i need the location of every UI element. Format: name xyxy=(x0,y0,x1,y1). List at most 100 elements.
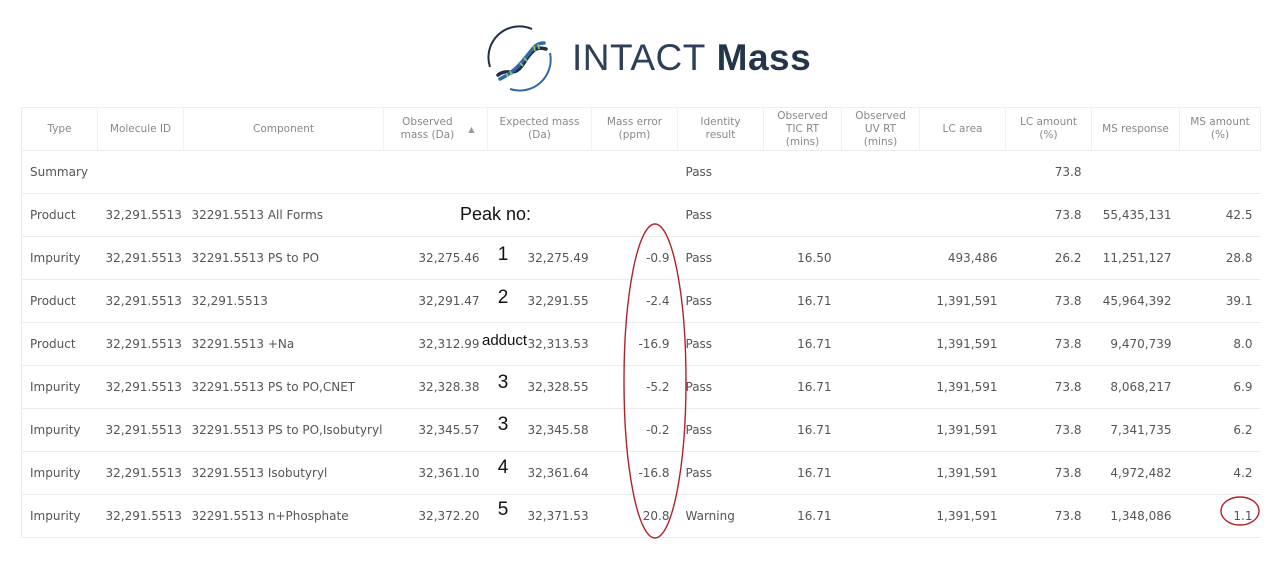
cell-mass-error xyxy=(591,150,678,194)
cell-type: Impurity xyxy=(21,236,98,280)
column-header-expected-mass[interactable]: Expected mass (Da) xyxy=(487,107,592,151)
cell-uv-rt xyxy=(841,365,920,409)
cell-uv-rt xyxy=(841,150,920,194)
cell-observed-mass: 32,345.57 xyxy=(383,408,488,452)
cell-uv-rt xyxy=(841,494,920,538)
column-header-observed-mass[interactable]: Observed mass (Da) ▲ xyxy=(383,107,488,151)
cell-lc-amount: 73.8 xyxy=(1005,322,1092,366)
cell-tic-rt: 16.71 xyxy=(763,365,842,409)
cell-lc-amount: 73.8 xyxy=(1005,150,1092,194)
cell-lc-area xyxy=(919,150,1006,194)
cell-identity-result: Pass xyxy=(677,150,764,194)
cell-tic-rt xyxy=(763,150,842,194)
cell-molecule-id xyxy=(97,150,184,194)
cell-mass-error: -16.8 xyxy=(591,451,678,495)
results-table: Type Molecule ID Component Observed mass… xyxy=(21,107,1261,538)
app-title-light: INTACT xyxy=(572,37,706,78)
table-row[interactable]: Impurity 32,291.5513 32291.5513 PS to PO,I… xyxy=(21,408,1261,452)
cell-tic-rt: 16.71 xyxy=(763,408,842,452)
cell-lc-amount: 73.8 xyxy=(1005,193,1092,237)
cell-lc-area: 1,391,591 xyxy=(919,494,1006,538)
cell-lc-area: 1,391,591 xyxy=(919,365,1006,409)
cell-lc-amount: 73.8 xyxy=(1005,494,1092,538)
column-header-ms-response[interactable]: MS response xyxy=(1091,107,1180,151)
column-header-tic-rt[interactable]: Observed TIC RT (mins) xyxy=(763,107,842,151)
cell-tic-rt xyxy=(763,193,842,237)
cell-mass-error: 20.8 xyxy=(591,494,678,538)
cell-tic-rt: 16.71 xyxy=(763,322,842,366)
adduct-label: adduct xyxy=(482,332,528,349)
cell-component: 32291.5513 +Na xyxy=(183,322,384,366)
cell-lc-area: 1,391,591 xyxy=(919,451,1006,495)
cell-ms-amount: 1.1 xyxy=(1179,494,1261,538)
peak-number-label: 3 xyxy=(497,371,509,393)
cell-component: 32291.5513 Isobutyryl xyxy=(183,451,384,495)
cell-type: Impurity xyxy=(21,494,98,538)
cell-molecule-id: 32,291.5513 xyxy=(97,322,184,366)
column-header-component[interactable]: Component xyxy=(183,107,384,151)
cell-lc-amount: 26.2 xyxy=(1005,236,1092,280)
table-row[interactable]: Impurity 32,291.5513 32291.5513 Isobutyryl… xyxy=(21,451,1261,495)
cell-molecule-id: 32,291.5513 xyxy=(97,408,184,452)
column-header-identity-result[interactable]: Identity result xyxy=(677,107,764,151)
cell-component: 32291.5513 PS to PO,Isobutyryl xyxy=(183,408,384,452)
cell-ms-response: 4,972,482 xyxy=(1091,451,1180,495)
cell-ms-response: 55,435,131 xyxy=(1091,193,1180,237)
peak-number-label: 2 xyxy=(497,286,509,308)
cell-tic-rt: 16.71 xyxy=(763,494,842,538)
cell-tic-rt: 16.50 xyxy=(763,236,842,280)
table-row[interactable]: Product 32,291.5513 32,291.5513 32,291.47 32… xyxy=(21,279,1261,323)
peak-number-label: 1 xyxy=(497,244,509,265)
column-header-type[interactable]: Type xyxy=(21,107,98,151)
table-row[interactable]: Impurity 32,291.5513 32291.5513 n+Phosphat… xyxy=(21,494,1261,538)
cell-identity-result: Warning xyxy=(677,494,764,538)
cell-uv-rt xyxy=(841,322,920,366)
table-row[interactable]: Impurity 32,291.5513 32291.5513 PS to PO 32… xyxy=(21,236,1261,280)
peak-number-label: 5 xyxy=(497,499,509,520)
cell-ms-amount: 42.5 xyxy=(1179,193,1261,237)
table-row[interactable]: Product 32,291.5513 32291.5513 All Forms Pa… xyxy=(21,193,1261,237)
cell-lc-amount: 73.8 xyxy=(1005,279,1092,323)
table-row[interactable]: Summary Pass 73.8 xyxy=(21,150,1261,194)
cell-mass-error: -16.9 xyxy=(591,322,678,366)
column-header-lc-area[interactable]: LC area xyxy=(919,107,1006,151)
cell-ms-response: 8,068,217 xyxy=(1091,365,1180,409)
cell-tic-rt: 16.71 xyxy=(763,451,842,495)
cell-observed-mass: 32,291.47 xyxy=(383,279,488,323)
column-header-ms-amount[interactable]: MS amount (%) xyxy=(1179,107,1261,151)
cell-identity-result: Pass xyxy=(677,322,764,366)
cell-type: Product xyxy=(21,193,98,237)
column-header-mass-error[interactable]: Mass error (ppm) xyxy=(591,107,678,151)
cell-lc-amount: 73.8 xyxy=(1005,408,1092,452)
cell-mass-error: -0.2 xyxy=(591,408,678,452)
cell-molecule-id: 32,291.5513 xyxy=(97,193,184,237)
cell-lc-area: 1,391,591 xyxy=(919,408,1006,452)
table-row[interactable]: Impurity 32,291.5513 32291.5513 PS to PO,C… xyxy=(21,365,1261,409)
column-header-molecule-id[interactable]: Molecule ID xyxy=(97,107,184,151)
cell-observed-mass: 32,328.38 xyxy=(383,365,488,409)
table-row[interactable]: Product 32,291.5513 32291.5513 +Na 32,312.9… xyxy=(21,322,1261,366)
cell-identity-result: Pass xyxy=(677,193,764,237)
cell-uv-rt xyxy=(841,236,920,280)
cell-molecule-id: 32,291.5513 xyxy=(97,451,184,495)
cell-type: Impurity xyxy=(21,408,98,452)
cell-component: 32291.5513 PS to PO xyxy=(183,236,384,280)
cell-lc-amount: 73.8 xyxy=(1005,365,1092,409)
cell-ms-response: 9,470,739 xyxy=(1091,322,1180,366)
cell-observed-mass: 32,372.20 xyxy=(383,494,488,538)
cell-molecule-id: 32,291.5513 xyxy=(97,365,184,409)
sort-ascending-icon: ▲ xyxy=(468,124,475,134)
cell-uv-rt xyxy=(841,451,920,495)
cell-molecule-id: 32,291.5513 xyxy=(97,494,184,538)
peak-number-title: Peak no: xyxy=(460,204,532,224)
cell-identity-result: Pass xyxy=(677,279,764,323)
cell-ms-amount: 6.9 xyxy=(1179,365,1261,409)
column-header-uv-rt[interactable]: Observed UV RT (mins) xyxy=(841,107,920,151)
column-header-lc-amount[interactable]: LC amount (%) xyxy=(1005,107,1092,151)
cell-type: Product xyxy=(21,322,98,366)
cell-identity-result: Pass xyxy=(677,365,764,409)
cell-lc-area: 493,486 xyxy=(919,236,1006,280)
cell-component: 32291.5513 All Forms xyxy=(183,193,384,237)
cell-molecule-id: 32,291.5513 xyxy=(97,236,184,280)
cell-uv-rt xyxy=(841,408,920,452)
